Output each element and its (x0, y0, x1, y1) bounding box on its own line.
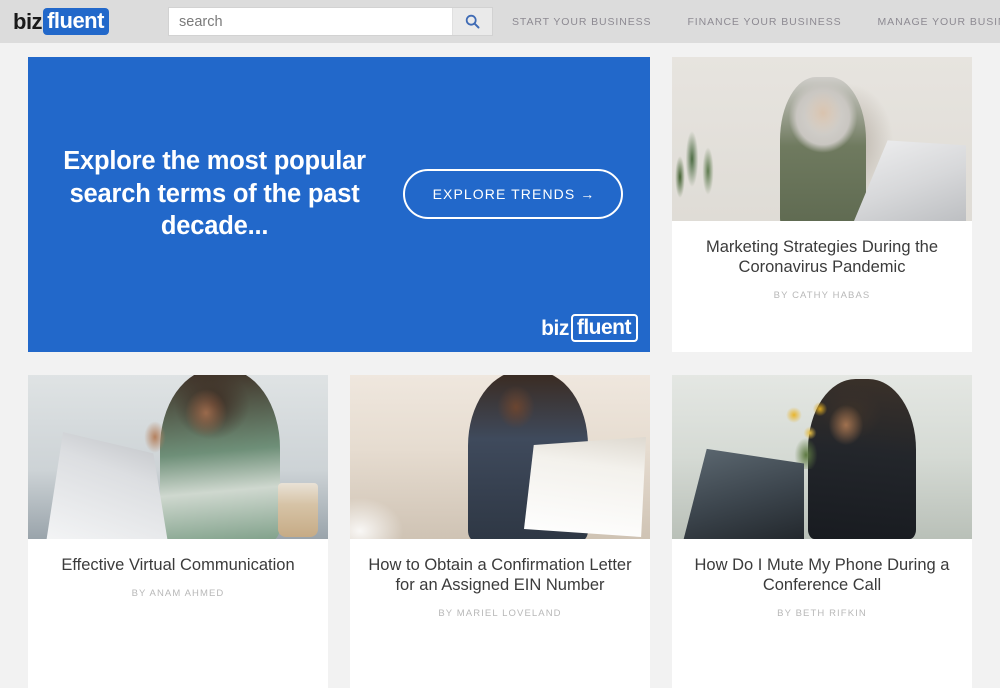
article-byline: BY BETH RIFKIN (777, 608, 867, 620)
article-card-body: Marketing Strategies During the Coronavi… (672, 221, 972, 301)
search-submit-button[interactable] (452, 8, 492, 35)
article-byline: BY CATHY HABAS (773, 290, 871, 302)
article-title: Marketing Strategies During the Coronavi… (705, 238, 939, 277)
light-haze-detail (350, 467, 442, 539)
article-card-body: How to Obtain a Confirmation Letter for … (350, 539, 650, 619)
photo-woman-laptop-sunflowers (672, 375, 972, 539)
hero-logo-text-fluent: fluent (570, 314, 638, 342)
article-thumbnail (672, 57, 972, 221)
plant-decoration (674, 119, 730, 221)
article-title: Effective Virtual Communication (61, 556, 295, 574)
article-card-ein-confirmation-letter[interactable]: How to Obtain a Confirmation Letter for … (350, 375, 650, 688)
article-title: How to Obtain a Confirmation Letter for … (368, 556, 632, 595)
article-thumbnail (672, 375, 972, 539)
logo-text-fluent: fluent (43, 8, 109, 35)
hero-content: Explore the most popular search terms of… (28, 145, 650, 243)
hero-logo: biz fluent (541, 314, 638, 342)
article-card-body: Effective Virtual Communication BY ANAM … (28, 539, 328, 599)
waving-hand-detail (140, 415, 170, 459)
search-input[interactable] (169, 8, 452, 35)
search-bar[interactable] (168, 7, 493, 36)
main-content: Explore the most popular search terms of… (0, 43, 1000, 688)
photo-woman-gray-hair-laptop (672, 57, 972, 221)
nav-item-finance-your-business[interactable]: FINANCE YOUR BUSINESS (687, 16, 841, 28)
hero-logo-text-biz: biz (541, 316, 569, 340)
article-byline: BY MARIEL LOVELAND (438, 608, 562, 620)
sunflowers-decoration (776, 399, 844, 469)
drink-glass-detail (278, 483, 318, 537)
article-card-effective-virtual-communication[interactable]: Effective Virtual Communication BY ANAM … (28, 375, 328, 688)
logo-text-biz: biz (13, 8, 43, 34)
article-card-marketing-strategies[interactable]: Marketing Strategies During the Coronavi… (672, 57, 972, 352)
article-thumbnail (350, 375, 650, 539)
site-logo[interactable]: biz fluent (13, 8, 109, 35)
article-thumbnail (28, 375, 328, 539)
hero-title: Explore the most popular search terms of… (63, 147, 366, 241)
article-byline: BY ANAM AHMED (131, 588, 225, 600)
main-navigation: START YOUR BUSINESS FINANCE YOUR BUSINES… (512, 0, 1000, 43)
hero-banner[interactable]: Explore the most popular search terms of… (28, 57, 650, 352)
site-header: biz fluent START YOUR BUSINESS FINANCE Y… (0, 0, 1000, 43)
article-card-mute-phone-conference-call[interactable]: How Do I Mute My Phone During a Conferen… (672, 375, 972, 688)
explore-trends-button[interactable]: EXPLORE TRENDS → (402, 168, 624, 219)
article-title: How Do I Mute My Phone During a Conferen… (694, 556, 950, 595)
nav-item-start-your-business[interactable]: START YOUR BUSINESS (512, 16, 651, 28)
article-card-body: How Do I Mute My Phone During a Conferen… (672, 539, 972, 619)
search-icon (465, 14, 480, 29)
photo-man-on-phone-with-document (350, 375, 650, 539)
photo-woman-waving-video-call (28, 375, 328, 539)
nav-item-manage-your-business[interactable]: MANAGE YOUR BUSINESS (878, 16, 1000, 28)
